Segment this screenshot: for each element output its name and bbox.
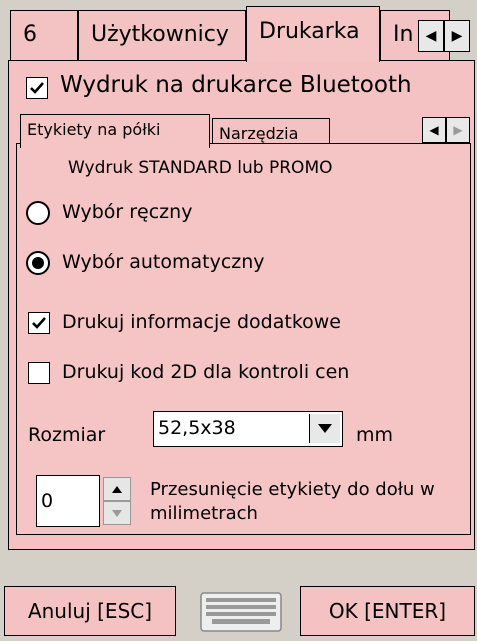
size-select[interactable]: 52,5x38	[153, 411, 343, 447]
bluetooth-label: Wydruk na drukarce Bluetooth	[60, 72, 412, 98]
keyboard-icon[interactable]	[200, 592, 282, 632]
code-2d-checkbox[interactable]	[28, 362, 50, 384]
check-icon	[30, 82, 44, 94]
radio-manual-label: Wybór ręczny	[62, 201, 193, 223]
code-2d-label: Drukuj kod 2D dla kontroli cen	[62, 361, 350, 383]
tab-scroll-right-icon[interactable]: ▶	[444, 20, 470, 52]
check-icon	[32, 317, 46, 329]
extra-info-checkbox[interactable]	[28, 312, 50, 334]
inner-tab-scroll-left-icon[interactable]: ◀	[422, 117, 446, 143]
tab-6[interactable]: 6	[10, 10, 78, 62]
tab-scroll-left-icon[interactable]: ◀	[418, 20, 444, 52]
extra-info-label: Drukuj informacje dodatkowe	[62, 311, 341, 333]
spin-up-icon[interactable]	[103, 477, 131, 501]
chevron-down-icon[interactable]	[309, 414, 340, 443]
tab-users[interactable]: Użytkownicy	[78, 10, 246, 62]
size-unit: mm	[356, 424, 394, 446]
ok-button[interactable]: OK [ENTER]	[300, 586, 475, 636]
section-title: Wydruk STANDARD lub PROMO	[68, 158, 333, 178]
size-value: 52,5x38	[158, 417, 236, 439]
tab-shelf-labels[interactable]: Etykiety na półki	[20, 114, 210, 148]
tab-printer[interactable]: Drukarka	[246, 6, 380, 62]
bluetooth-checkbox[interactable]	[26, 77, 48, 99]
radio-automatic-label: Wybór automatyczny	[62, 251, 265, 273]
radio-automatic[interactable]	[26, 251, 50, 275]
spin-down-icon[interactable]	[103, 501, 131, 525]
inner-tab-scroll-right-icon[interactable]: ▶	[446, 117, 470, 143]
offset-label: Przesunięcie etykiety do dołu w milimetr…	[150, 479, 435, 524]
size-label: Rozmiar	[28, 424, 106, 446]
offset-input[interactable]: 0	[36, 475, 100, 527]
radio-manual[interactable]	[26, 201, 50, 225]
cancel-button[interactable]: Anuluj [ESC]	[4, 586, 176, 636]
radio-selected-dot-icon	[32, 257, 44, 269]
